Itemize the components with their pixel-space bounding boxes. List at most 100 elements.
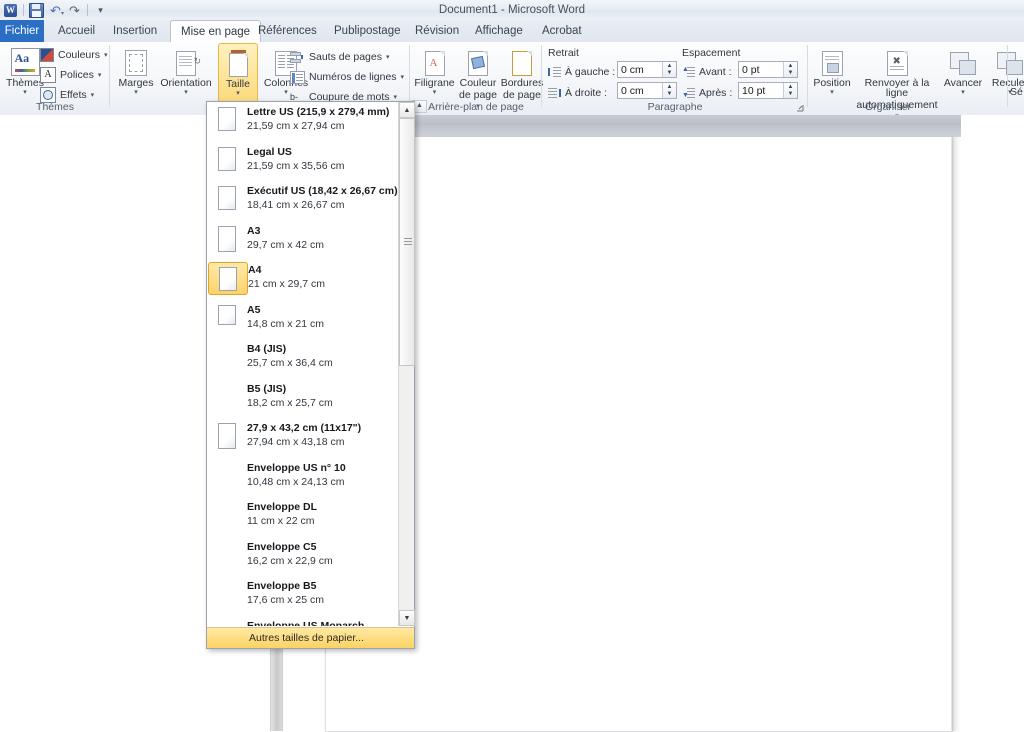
spacing-after-input[interactable]: 10 pt ▲ ▼ bbox=[738, 82, 798, 99]
save-icon[interactable] bbox=[28, 2, 45, 19]
ribbon-group-page-background: A Filigrane ▾ Couleur de page ▾ Bordures… bbox=[410, 42, 544, 114]
indent-right-input[interactable]: 0 cm ▲ ▼ bbox=[617, 82, 677, 99]
spacing-before-label: Avant : bbox=[699, 66, 732, 78]
tab-affichage[interactable]: Affichage bbox=[465, 20, 533, 42]
indent-left-input[interactable]: 0 cm ▲ ▼ bbox=[617, 61, 677, 78]
scroll-up-arrow-icon[interactable]: ▲ bbox=[399, 102, 415, 118]
tab-insertion[interactable]: Insertion bbox=[103, 20, 167, 42]
orientation-button[interactable]: ↻ Orientation ▾ bbox=[158, 44, 214, 96]
tab-references[interactable]: Références bbox=[248, 20, 327, 42]
tab-acrobat[interactable]: Acrobat bbox=[532, 20, 592, 42]
size-item-dims: 25,7 cm x 36,4 cm bbox=[247, 357, 333, 369]
size-item-dims: 16,2 cm x 22,9 cm bbox=[247, 554, 333, 567]
word-app-icon[interactable]: W bbox=[2, 2, 19, 19]
breaks-button[interactable]: Sauts de pages ▾ bbox=[290, 48, 390, 66]
paper-thumbnail bbox=[207, 223, 247, 252]
spacing-after-stepper[interactable]: ▲ ▼ bbox=[783, 83, 797, 98]
indent-left-stepper[interactable]: ▲ ▼ bbox=[662, 62, 676, 77]
size-item-executif-us[interactable]: Exécutif US (18,42 x 26,67 cm) 18,41 cm … bbox=[207, 181, 398, 221]
color-palette-icon bbox=[40, 48, 54, 62]
size-item-a4[interactable]: A4 21 cm x 29,7 cm bbox=[207, 260, 398, 300]
size-item-dims: 18,41 cm x 26,67 cm bbox=[247, 199, 345, 211]
paragraph-dialog-launcher-icon[interactable] bbox=[796, 104, 805, 113]
size-item-lettre-us[interactable]: Lettre US (215,9 x 279,4 mm) 21,59 cm x … bbox=[207, 102, 398, 142]
spacing-before-stepper[interactable]: ▲ ▼ bbox=[783, 62, 797, 77]
tab-accueil[interactable]: Accueil bbox=[48, 20, 105, 42]
size-item-enveloppe-b5[interactable]: Enveloppe B5 17,6 cm x 25 cm bbox=[207, 576, 398, 616]
size-item-name: Exécutif US (18,42 x 26,67 cm) bbox=[247, 185, 398, 197]
paper-thumbnail bbox=[207, 460, 247, 463]
bring-forward-button[interactable]: Avancer ▾ bbox=[939, 44, 987, 96]
undo-dropdown-icon[interactable]: ▾ bbox=[61, 10, 64, 17]
tab-fichier[interactable]: Fichier bbox=[0, 20, 44, 42]
size-item-name: A4 bbox=[248, 264, 262, 276]
size-item-enveloppe-us-monarch[interactable]: Enveloppe US Monarch 9,84 cm x 19,05 cm bbox=[207, 616, 398, 627]
bring-forward-icon bbox=[939, 44, 987, 76]
size-item-dims: 18,2 cm x 25,7 cm bbox=[247, 396, 333, 409]
paper-thumbnail bbox=[207, 420, 247, 449]
line-numbers-button[interactable]: Numéros de lignes ▾ bbox=[290, 68, 404, 86]
size-item-enveloppe-us-10[interactable]: Enveloppe US n° 10 10,48 cm x 24,13 cm bbox=[207, 458, 398, 498]
indent-left-row: À gauche : bbox=[548, 63, 615, 81]
size-item-11x17[interactable]: 27,9 x 43,2 cm (11x17") 27,94 cm x 43,18… bbox=[207, 418, 398, 458]
theme-fonts-button[interactable]: A Polices ▾ bbox=[40, 66, 101, 84]
tab-revision[interactable]: Révision bbox=[405, 20, 469, 42]
qat-divider-1 bbox=[23, 4, 24, 16]
size-item-name: Enveloppe US n° 10 bbox=[247, 461, 346, 474]
paper-thumbnail-selected bbox=[208, 262, 248, 295]
size-item-name: Enveloppe B5 bbox=[247, 580, 317, 592]
paint-bucket-icon bbox=[456, 44, 500, 76]
paper-size-list: Lettre US (215,9 x 279,4 mm) 21,59 cm x … bbox=[207, 102, 398, 626]
line-numbers-icon bbox=[290, 70, 305, 84]
paper-size-dropdown-menu: Lettre US (215,9 x 279,4 mm) 21,59 cm x … bbox=[206, 101, 415, 649]
spacing-before-row: ▲ Avant : bbox=[682, 63, 732, 81]
size-item-dims: 11 cm x 22 cm bbox=[247, 515, 315, 527]
size-item-dims: 27,94 cm x 43,18 cm bbox=[247, 436, 345, 448]
paper-thumbnail bbox=[207, 302, 247, 325]
group-label-themes: Thèmes bbox=[36, 101, 74, 113]
paper-thumbnail bbox=[207, 618, 247, 621]
theme-colors-button[interactable]: Couleurs ▾ bbox=[40, 46, 108, 64]
spacing-after-row: ▼ Après : bbox=[682, 84, 732, 102]
orientation-icon: ↻ bbox=[158, 44, 214, 76]
position-button[interactable]: Position ▾ bbox=[810, 44, 854, 96]
wrap-text-icon: ✖ bbox=[854, 44, 940, 76]
paper-thumbnail bbox=[207, 144, 247, 171]
customize-qat-icon[interactable]: ▾ bbox=[92, 2, 109, 19]
margins-button[interactable]: Marges ▾ bbox=[113, 44, 159, 96]
menu-scrollbar[interactable]: ▲ ▼ bbox=[398, 102, 415, 626]
size-item-dims: 29,7 cm x 42 cm bbox=[247, 238, 325, 251]
size-item-a3[interactable]: A3 29,7 cm x 42 cm bbox=[207, 221, 398, 261]
size-item-dims: 14,8 cm x 21 cm bbox=[247, 317, 325, 330]
spacing-before-input[interactable]: 0 pt ▲ ▼ bbox=[738, 61, 798, 78]
indent-right-label: À droite : bbox=[565, 87, 608, 99]
document-page[interactable] bbox=[325, 137, 953, 732]
redo-icon[interactable]: ↷ bbox=[66, 2, 83, 19]
tab-publipostage[interactable]: Publipostage bbox=[324, 20, 411, 42]
qat-divider-2 bbox=[87, 4, 88, 16]
size-item-b5-jis[interactable]: B5 (JIS) 18,2 cm x 25,7 cm bbox=[207, 379, 398, 419]
size-item-enveloppe-dl[interactable]: Enveloppe DL 11 cm x 22 cm bbox=[207, 497, 398, 537]
size-item-a5[interactable]: A5 14,8 cm x 21 cm bbox=[207, 300, 398, 340]
more-paper-sizes-button[interactable]: Autres tailles de papier... bbox=[207, 627, 414, 648]
watermark-button[interactable]: A Filigrane ▾ bbox=[412, 44, 457, 96]
paper-thumbnail bbox=[207, 578, 247, 581]
indent-right-stepper[interactable]: ▲ ▼ bbox=[662, 83, 676, 98]
scroll-down-arrow-icon[interactable]: ▼ bbox=[399, 610, 415, 626]
size-item-b4-jis[interactable]: B4 (JIS) 25,7 cm x 36,4 cm bbox=[207, 339, 398, 379]
quick-access-toolbar: W ↶ ▾ ↷ ▾ bbox=[2, 1, 109, 19]
page-borders-button[interactable]: Bordures de page bbox=[500, 44, 544, 100]
undo-icon[interactable]: ↶ ▾ bbox=[47, 2, 64, 19]
page-shadow bbox=[951, 137, 961, 731]
window-title: Document1 - Microsoft Word bbox=[438, 4, 586, 16]
paper-thumbnail bbox=[207, 381, 247, 384]
size-item-enveloppe-c5[interactable]: Enveloppe C5 16,2 cm x 22,9 cm bbox=[207, 537, 398, 577]
size-item-legal-us[interactable]: Legal US 21,59 cm x 35,56 cm bbox=[207, 142, 398, 182]
scrollbar-thumb[interactable] bbox=[399, 118, 415, 366]
ribbon-tab-strip: Fichier Accueil Insertion Mise en page R… bbox=[0, 20, 1024, 44]
ribbon-group-arrange: Position ▾ ✖ Renvoyer à la ligne automat… bbox=[808, 42, 1024, 120]
title-bar: Document1 - Microsoft Word W ↶ ▾ ↷ ▾ bbox=[0, 0, 1024, 21]
size-button[interactable]: Taille ▾ bbox=[218, 43, 258, 107]
ribbon-group-paragraph: Retrait Espacement À gauche : 0 cm ▲ ▼ À… bbox=[542, 42, 808, 114]
size-item-name: Legal US bbox=[247, 145, 292, 158]
